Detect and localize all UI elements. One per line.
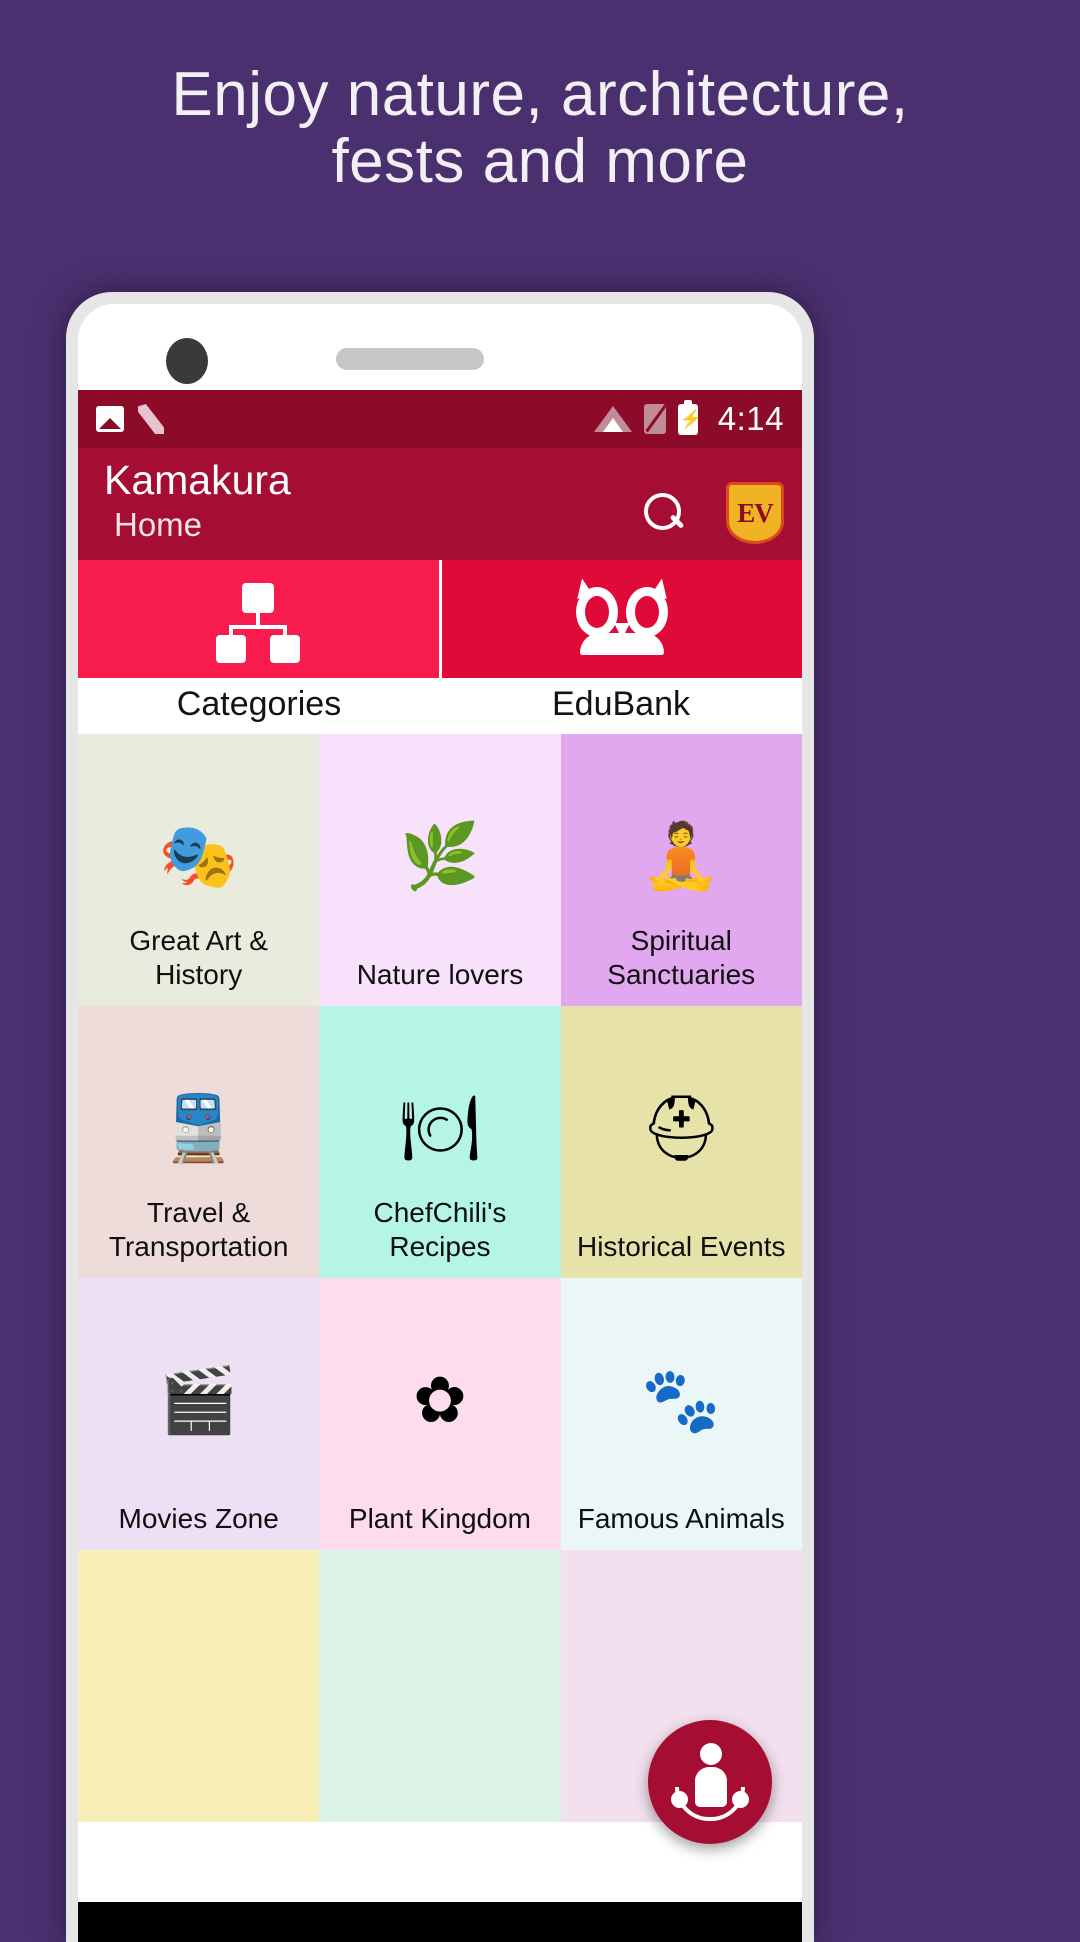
app-bar-titles: Kamakura Home: [104, 457, 291, 544]
theater-masks-palette-icon: 🎭: [158, 820, 239, 892]
category-tile[interactable]: 🧘 Spiritual Sanctuaries: [560, 734, 802, 1006]
category-tile-label: Famous Animals: [577, 1502, 785, 1534]
tab-categories[interactable]: [78, 560, 439, 678]
status-bar-clock: 4:14: [717, 400, 784, 437]
status-bar-right-icons: 4:14: [593, 399, 784, 438]
category-tile[interactable]: ✿ Plant Kingdom: [319, 1278, 561, 1550]
train-icon: 🚆: [158, 1092, 239, 1164]
clapperboard-icon: 🎬: [158, 1364, 239, 1436]
flower-icon: ✿: [413, 1364, 467, 1436]
people-nearby-fab[interactable]: [648, 1720, 772, 1844]
category-grid: 🎭 Great Art & History 🌿 Nature lovers 🧘 Spiri…: [78, 734, 802, 1822]
tab-bar: [78, 560, 802, 678]
android-navigation-bar: [78, 1902, 802, 1942]
nova-launcher-icon: [138, 404, 164, 434]
status-bar-left-icons: [96, 404, 164, 434]
app-screen: 4:14 Kamakura Home EV: [78, 390, 802, 1942]
category-tile-label: Nature lovers: [356, 958, 524, 990]
edufever-logo[interactable]: EV: [726, 482, 784, 544]
phone-inner-frame: 4:14 Kamakura Home EV: [78, 304, 802, 1942]
category-tile[interactable]: ⛑ Historical Events: [560, 1006, 802, 1278]
tab-edubank[interactable]: [441, 560, 802, 678]
food-cloche-icon: 🍽: [399, 1092, 481, 1164]
sitemap-icon: [215, 583, 301, 663]
app-bar-actions: EV: [644, 482, 784, 544]
wifi-icon: [593, 406, 632, 432]
category-tile-label: Plant Kingdom: [348, 1502, 531, 1534]
spartan-helmet-icon: ⛑: [640, 1092, 722, 1164]
promo-headline: Enjoy nature, architecture, fests and mo…: [0, 60, 1080, 196]
phone-top-bezel: [78, 304, 802, 390]
category-tile[interactable]: 🎭 Great Art & History: [78, 734, 320, 1006]
category-tile-label: ChefChili's Recipes: [373, 1196, 507, 1262]
tab-label-edubank[interactable]: EduBank: [440, 678, 802, 734]
front-camera-icon: [166, 338, 208, 384]
leaf-icon: 🌿: [400, 820, 480, 892]
owl-icon: [571, 576, 673, 655]
category-tile[interactable]: 🎬 Movies Zone: [78, 1278, 320, 1550]
promo-line-2: fests and more: [331, 126, 749, 196]
category-tile[interactable]: 🌿 Nature lovers: [319, 734, 561, 1006]
category-tile-label: Historical Events: [576, 1230, 786, 1262]
photo-icon: [96, 406, 124, 432]
sim-off-icon: [643, 404, 666, 434]
buddha-icon: 🧘: [641, 820, 722, 892]
earpiece-speaker: [336, 348, 484, 370]
paw-print-icon: 🐾: [641, 1364, 722, 1436]
page-subtitle: Home: [114, 505, 203, 543]
status-bar: 4:14: [78, 390, 802, 448]
category-tile-label: Great Art & History: [129, 924, 268, 990]
category-tile-label: Travel & Transportation: [108, 1196, 289, 1262]
category-tile-label: Movies Zone: [118, 1502, 279, 1534]
category-tile-label: Spiritual Sanctuaries: [607, 924, 756, 990]
category-tile[interactable]: 🍽 ChefChili's Recipes: [319, 1006, 561, 1278]
search-icon[interactable]: [644, 493, 684, 533]
promo-line-1: Enjoy nature, architecture,: [171, 60, 909, 129]
category-tile[interactable]: [78, 1550, 320, 1822]
tab-label-categories[interactable]: Categories: [78, 678, 440, 734]
category-tile[interactable]: 🐾 Famous Animals: [560, 1278, 802, 1550]
people-nearby-icon: [671, 1743, 749, 1821]
category-tile[interactable]: 🚆 Travel & Transportation: [78, 1006, 320, 1278]
phone-mockup: 4:14 Kamakura Home EV: [66, 292, 814, 1942]
app-bar: Kamakura Home EV: [78, 448, 802, 560]
category-tile[interactable]: [319, 1550, 561, 1822]
battery-charging-icon: [677, 399, 702, 435]
tab-label-row: Categories EduBank: [78, 678, 802, 734]
page-title: Kamakura: [104, 457, 291, 503]
